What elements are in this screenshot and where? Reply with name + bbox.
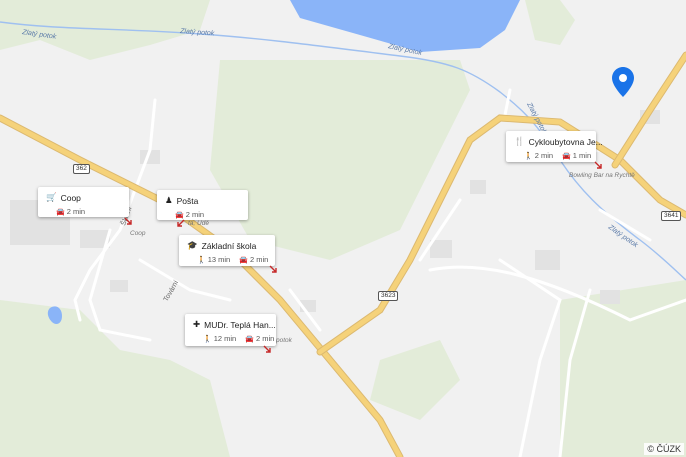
poi-label: Coop: [130, 230, 146, 237]
place-name: Základní škola: [201, 240, 257, 251]
school-icon: 🎓: [187, 240, 198, 250]
car-icon: 🚘: [56, 209, 65, 216]
walk-time: 2 min: [534, 151, 554, 160]
lake: [290, 0, 520, 52]
green-area: [210, 60, 470, 260]
restaurant-icon: 🍴: [514, 136, 525, 146]
copyright-notice: © ČÚZK: [644, 443, 684, 455]
drive-time: 2 min: [66, 207, 86, 216]
place-card-school[interactable]: 🎓 Základní škola 🚶 13 min 🚘 2 min: [179, 235, 275, 266]
place-card-doctor[interactable]: ✚ MUDr. Teplá Han... 🚶 12 min 🚘 2 min: [185, 314, 276, 346]
street-label: Tovární: [163, 280, 181, 303]
poi-label: Bowling Bar na Rychtě: [569, 172, 635, 179]
road-number-shield: 3623: [378, 291, 399, 301]
walk-time: 12 min: [213, 334, 237, 343]
car-icon: 🚘: [239, 257, 248, 264]
walk-time: 13 min: [207, 255, 231, 264]
walk-icon: 🚶: [197, 257, 206, 264]
place-name: Cykloubytovna Je...: [528, 136, 603, 147]
road-number-shield: 362: [73, 164, 90, 174]
poi-label: ta, Údě: [188, 220, 209, 227]
green-area: [370, 340, 460, 420]
post-icon: ♟: [165, 195, 173, 205]
drive-time: 2 min: [249, 255, 269, 264]
pointer-arrow-icon: [177, 219, 185, 227]
map-base: Zlatý potok Zlatý potok Zlatý potok Zlat…: [0, 0, 686, 457]
pointer-arrow-icon: [269, 265, 277, 273]
location-pin-icon[interactable]: [611, 66, 635, 98]
road-number-shield: 3641: [661, 211, 682, 221]
place-name: Coop: [60, 192, 81, 203]
place-card-posta[interactable]: ♟ Pošta 🚘 2 min: [157, 190, 248, 220]
drive-time: 1 min: [572, 151, 592, 160]
place-name: MUDr. Teplá Han...: [204, 319, 276, 330]
car-icon: 🚘: [562, 153, 571, 160]
place-card-cykloubytovna[interactable]: 🍴 Cykloubytovna Je... 🚶 2 min 🚘 1 min: [506, 131, 603, 162]
cart-icon: 🛒: [46, 192, 57, 202]
pointer-arrow-icon: [594, 161, 602, 169]
stream-label: Zlatý potok: [179, 28, 215, 37]
medical-icon: ✚: [193, 319, 201, 329]
green-area: [525, 0, 575, 45]
place-name: Pošta: [176, 195, 199, 206]
pointer-arrow-icon: [263, 345, 271, 353]
car-icon: 🚘: [245, 336, 254, 343]
poi-label: potok: [276, 337, 292, 344]
map-canvas[interactable]: Zlatý potok Zlatý potok Zlatý potok Zlat…: [0, 0, 686, 457]
car-icon: 🚘: [175, 212, 184, 219]
walk-icon: 🚶: [524, 153, 533, 160]
walk-icon: 🚶: [203, 336, 212, 343]
drive-time: 2 min: [185, 210, 205, 219]
pointer-arrow-icon: [124, 217, 132, 225]
drive-time: 2 min: [255, 334, 275, 343]
place-card-coop[interactable]: 🛒 Coop 🚘 2 min: [38, 187, 129, 217]
